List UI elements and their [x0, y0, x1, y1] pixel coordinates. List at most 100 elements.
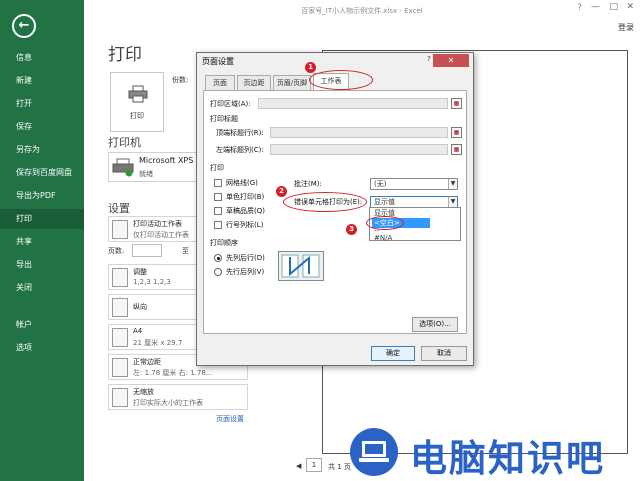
nav-item-close[interactable]: 关闭 [0, 278, 84, 298]
nav-item-account[interactable]: 帐户 [0, 315, 84, 335]
print-button[interactable]: 打印 [110, 72, 164, 132]
annotation-oval-errors [283, 192, 367, 212]
arrow-left-icon: ← [18, 18, 30, 33]
setting-margins-desc: 左: 1.78 厘米 右: 1.78... [133, 369, 213, 377]
nav-item-share[interactable]: 共享 [0, 232, 84, 252]
top-rows-input[interactable] [270, 127, 448, 138]
annotation-number: 1 [305, 62, 316, 73]
draft-quality-checkbox[interactable] [214, 207, 222, 215]
tab-page[interactable]: 页面 [205, 75, 235, 90]
nav-item-save-baidu[interactable]: 保存到百度网盘 [0, 163, 84, 183]
margins-icon [112, 358, 128, 377]
nav-item-save-as[interactable]: 另存为 [0, 140, 84, 160]
page-order-preview-icon [278, 251, 324, 281]
collapse-dialog-icon[interactable]: ▦ [451, 144, 462, 155]
site-watermark: 电脑知识吧 [350, 424, 640, 481]
pages-label: 页数: [108, 247, 125, 255]
print-button-label: 打印 [130, 112, 144, 120]
tab-header-footer[interactable]: 页眉/页脚 [273, 75, 311, 90]
draft-quality-label: 草稿品质(Q) [226, 207, 265, 215]
copies-label: 份数: [172, 76, 189, 84]
minimize-icon[interactable]: — [591, 2, 600, 12]
setting-scaling[interactable]: 无缩放 打印实际大小的工作表 [108, 384, 248, 410]
annotation-oval-blank [366, 216, 404, 230]
close-icon[interactable]: ✕ [626, 2, 634, 12]
print-heading: 打印 [210, 164, 224, 172]
chevron-down-icon: ▼ [448, 197, 457, 207]
setting-scaling-title: 无缩放 [133, 388, 154, 396]
cancel-button[interactable]: 取消 [421, 346, 467, 361]
nav-item-save[interactable]: 保存 [0, 117, 84, 137]
portrait-icon [112, 298, 128, 317]
collapse-dialog-icon[interactable]: ▦ [451, 98, 462, 109]
setting-collate-title: 调整 [133, 268, 147, 276]
options-button[interactable]: 选项(O)... [412, 317, 458, 332]
print-area-input[interactable] [258, 98, 448, 109]
nav-item-new[interactable]: 新建 [0, 71, 84, 91]
back-button[interactable]: ← [12, 14, 36, 38]
comments-label: 批注(M): [294, 180, 322, 188]
annotation-oval-tab [309, 70, 373, 90]
settings-heading: 设置 [108, 202, 130, 215]
down-then-over-radio[interactable] [214, 254, 222, 262]
tab-margins[interactable]: 页边距 [237, 75, 271, 90]
order-heading: 打印顺序 [210, 239, 238, 247]
left-cols-label: 左端标题列(C): [216, 146, 264, 154]
setting-print-what-desc: 仅打印活动工作表 [133, 231, 189, 239]
errors-value: 显示值 [374, 198, 395, 206]
print-area-label: 打印区域(A): [210, 100, 251, 108]
help-icon[interactable]: ? [577, 3, 582, 13]
excel-backstage-window: ← 信息 新建 打开 保存 另存为 保存到百度网盘 导出为PDF 打印 共享 导… [0, 0, 640, 481]
restore-icon[interactable]: □ [609, 2, 618, 12]
watermark-text: 电脑知识吧 [410, 437, 605, 480]
dialog-title: 页面设置 [202, 57, 234, 66]
prev-page-icon[interactable]: ◀ [296, 462, 301, 470]
setting-orientation-title: 纵向 [133, 303, 147, 311]
pages-from-input[interactable] [132, 244, 162, 257]
scaling-icon [112, 388, 128, 407]
over-then-down-label: 先行后列(V) [226, 268, 265, 276]
comments-value: (无) [374, 180, 387, 188]
left-cols-input[interactable] [270, 144, 448, 155]
nav-item-export[interactable]: 导出 [0, 255, 84, 275]
nav-item-options[interactable]: 选项 [0, 338, 84, 358]
printer-icon [112, 158, 134, 177]
setting-print-what-title: 打印活动工作表 [133, 220, 182, 228]
paper-icon [112, 328, 128, 347]
page-number-input[interactable]: 1 [306, 458, 322, 472]
setting-scaling-desc: 打印实际大小的工作表 [133, 399, 203, 407]
pages-to-label: 至 [182, 247, 189, 255]
top-rows-label: 顶端标题行(R): [216, 129, 264, 137]
down-then-over-label: 先列后行(D) [226, 254, 265, 262]
errors-option[interactable]: #N/A [372, 234, 430, 243]
printer-name: Microsoft XPS [139, 156, 194, 165]
gridlines-checkbox[interactable] [214, 179, 222, 187]
dialog-help-icon[interactable]: ? [427, 55, 431, 63]
setting-paper-size-desc: 21 厘米 x 29.7 [133, 339, 183, 347]
collapse-dialog-icon[interactable]: ▦ [451, 127, 462, 138]
printer-status: 就绪 [139, 170, 153, 178]
page-setup-link[interactable]: 页面设置 [216, 414, 244, 424]
sheet-icon [112, 220, 128, 239]
nav-item-export-pdf[interactable]: 导出为PDF [0, 186, 84, 206]
print-titles-heading: 打印标题 [210, 115, 238, 123]
monochrome-checkbox[interactable] [214, 193, 222, 201]
setting-collate-desc: 1,2,3 1,2,3 [133, 278, 171, 286]
comments-select[interactable]: (无) ▼ [370, 178, 458, 190]
window-title: 百家号_IT小人物示例文件.xlsx - Excel [301, 7, 423, 15]
annotation-number: 2 [276, 186, 287, 197]
nav-item-print[interactable]: 打印 [0, 209, 84, 229]
nav-item-open[interactable]: 打开 [0, 94, 84, 114]
setting-margins-title: 正常边距 [133, 358, 161, 366]
over-then-down-radio[interactable] [214, 268, 222, 276]
gridlines-label: 网格线(G) [226, 179, 258, 187]
nav-item-info[interactable]: 信息 [0, 48, 84, 68]
printer-icon [128, 85, 148, 103]
page-title: 打印 [108, 45, 142, 65]
page-total: 共 1 页 [328, 463, 351, 471]
dialog-close-button[interactable]: ✕ [433, 54, 469, 67]
row-col-headings-label: 行号列标(L) [226, 221, 264, 229]
ok-button[interactable]: 确定 [371, 346, 415, 361]
row-col-headings-checkbox[interactable] [214, 221, 222, 229]
chevron-down-icon: ▼ [448, 179, 457, 189]
